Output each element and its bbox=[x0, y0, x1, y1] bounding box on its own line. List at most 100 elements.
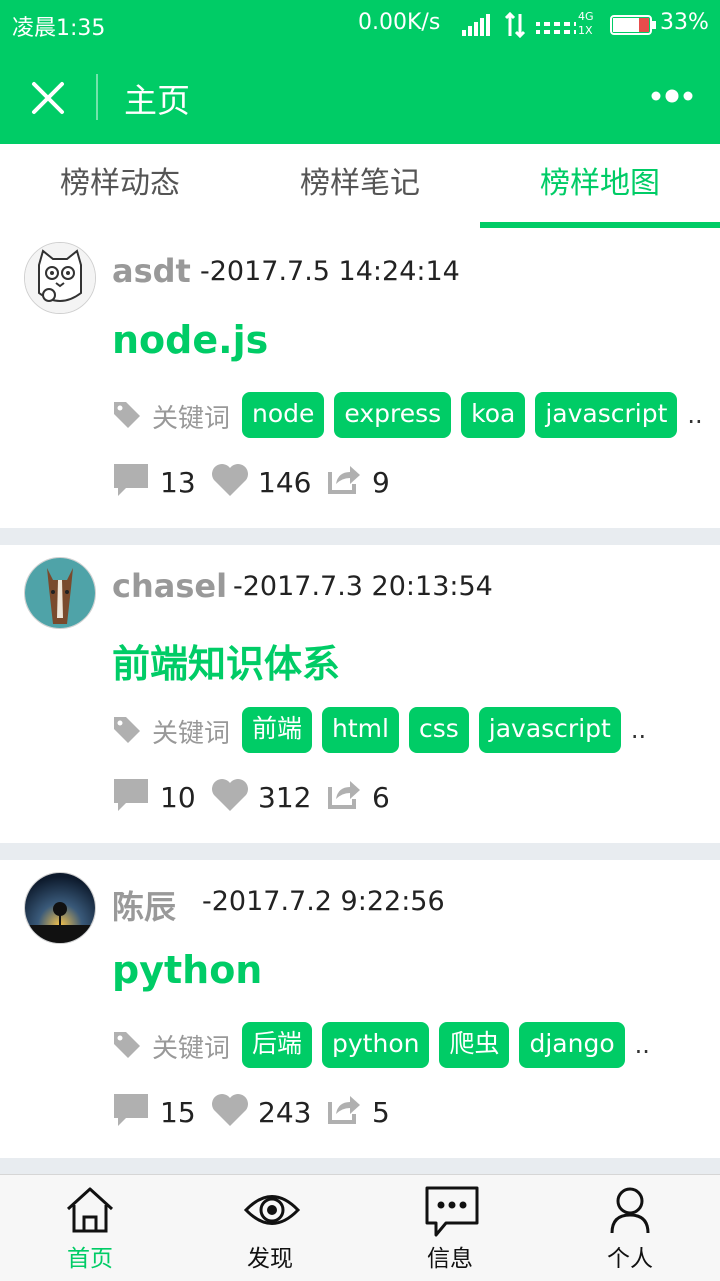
status-bar: 凌晨1:35 0.00K/s 4G 1X 33% bbox=[0, 0, 720, 50]
tag-icon bbox=[114, 402, 140, 428]
keyword-row: 关键词 后端 python 爬虫 django .. bbox=[112, 1022, 712, 1068]
title-bar: 主页 bbox=[0, 50, 720, 144]
post-datetime: -2017.7.2 9:22:56 bbox=[202, 886, 445, 917]
post-datetime: -2017.7.5 14:24:14 bbox=[200, 256, 460, 287]
tab-active-indicator bbox=[480, 222, 720, 228]
tag-chip[interactable]: django bbox=[519, 1022, 625, 1068]
horse-avatar-icon bbox=[25, 558, 95, 628]
tag-list: 后端 python 爬虫 django .. bbox=[242, 1022, 650, 1068]
sunset-tree-avatar-icon bbox=[25, 873, 95, 943]
heart-icon[interactable] bbox=[210, 777, 250, 813]
tag-chip[interactable]: python bbox=[322, 1022, 430, 1068]
tag-chip[interactable]: 后端 bbox=[242, 1022, 313, 1068]
like-count: 146 bbox=[258, 466, 312, 499]
cat-avatar-icon bbox=[25, 243, 95, 313]
tags-more[interactable]: .. bbox=[631, 716, 646, 744]
nav-profile[interactable]: 个人 bbox=[540, 1175, 720, 1281]
bottom-nav: 首页 发现 信息 个人 bbox=[0, 1174, 720, 1281]
card-separator bbox=[0, 528, 720, 545]
author-name[interactable]: chasel bbox=[112, 567, 227, 605]
heart-icon[interactable] bbox=[210, 462, 250, 498]
post-card[interactable]: chasel -2017.7.3 20:13:54 前端知识体系 关键词 前端 … bbox=[0, 545, 720, 843]
nav-label: 个人 bbox=[607, 1246, 653, 1272]
eye-icon bbox=[244, 1195, 300, 1225]
tag-chip[interactable]: javascript bbox=[478, 707, 621, 753]
tag-list: 前端 html css javascript .. bbox=[242, 707, 646, 753]
comment-icon[interactable] bbox=[112, 777, 150, 813]
post-card[interactable]: asdt -2017.7.5 14:24:14 node.js 关键词 node… bbox=[0, 230, 720, 528]
title-divider bbox=[96, 74, 98, 120]
tab-map[interactable]: 榜样地图 bbox=[480, 144, 720, 228]
post-title[interactable]: python bbox=[112, 948, 262, 992]
card-separator bbox=[0, 1158, 720, 1175]
share-count: 5 bbox=[372, 1096, 390, 1129]
heart-icon[interactable] bbox=[210, 1092, 250, 1128]
tag-icon bbox=[114, 1032, 140, 1058]
nav-label: 首页 bbox=[67, 1246, 113, 1272]
like-count: 312 bbox=[258, 781, 312, 814]
avatar[interactable] bbox=[24, 557, 96, 629]
page-title: 主页 bbox=[124, 81, 190, 120]
signal-icon bbox=[462, 14, 490, 36]
keyword-row: 关键词 前端 html css javascript .. bbox=[112, 707, 712, 753]
share-icon[interactable] bbox=[326, 1092, 362, 1126]
tab-bar: 榜样动态 榜样笔记 榜样地图 bbox=[0, 144, 720, 232]
comment-icon[interactable] bbox=[112, 462, 150, 498]
avatar[interactable] bbox=[24, 872, 96, 944]
share-icon[interactable] bbox=[326, 462, 362, 496]
comment-icon[interactable] bbox=[112, 1092, 150, 1128]
keyword-label: 关键词 bbox=[152, 1034, 231, 1064]
tab-notes[interactable]: 榜样笔记 bbox=[240, 144, 480, 228]
nav-discover[interactable]: 发现 bbox=[180, 1175, 360, 1281]
comment-count: 10 bbox=[160, 781, 196, 814]
message-icon bbox=[425, 1186, 479, 1237]
keyword-row: 关键词 node express koa javascript .. bbox=[112, 392, 712, 438]
share-count: 6 bbox=[372, 781, 390, 814]
nav-messages[interactable]: 信息 bbox=[360, 1175, 540, 1281]
nav-home[interactable]: 首页 bbox=[0, 1175, 180, 1281]
network-type: 4G 1X bbox=[578, 10, 594, 37]
tag-list: node express koa javascript .. bbox=[242, 392, 703, 438]
tag-chip[interactable]: 前端 bbox=[242, 707, 313, 753]
post-stats: 15 243 5 bbox=[112, 1092, 512, 1132]
avatar[interactable] bbox=[24, 242, 96, 314]
person-icon bbox=[610, 1187, 650, 1234]
post-card[interactable]: 陈辰 -2017.7.2 9:22:56 python 关键词 后端 pytho… bbox=[0, 860, 720, 1158]
tag-chip[interactable]: 爬虫 bbox=[439, 1022, 510, 1068]
keyword-label: 关键词 bbox=[152, 404, 231, 434]
tag-chip[interactable]: koa bbox=[461, 392, 526, 438]
card-separator bbox=[0, 843, 720, 860]
tab-dynamics[interactable]: 榜样动态 bbox=[0, 144, 240, 228]
status-time: 凌晨1:35 bbox=[12, 16, 106, 41]
author-name[interactable]: asdt bbox=[112, 252, 191, 290]
tag-chip[interactable]: css bbox=[408, 707, 469, 753]
nav-label: 信息 bbox=[427, 1246, 473, 1272]
tags-more[interactable]: .. bbox=[687, 401, 702, 429]
like-count: 243 bbox=[258, 1096, 312, 1129]
data-arrows-icon bbox=[504, 12, 526, 38]
close-icon[interactable] bbox=[22, 72, 74, 124]
post-stats: 10 312 6 bbox=[112, 777, 512, 817]
post-title[interactable]: 前端知识体系 bbox=[112, 633, 340, 688]
tag-chip[interactable]: javascript bbox=[535, 392, 678, 438]
post-title[interactable]: node.js bbox=[112, 318, 268, 362]
signal-2-icon bbox=[536, 14, 576, 36]
share-count: 9 bbox=[372, 466, 390, 499]
share-icon[interactable] bbox=[326, 777, 362, 811]
comment-count: 15 bbox=[160, 1096, 196, 1129]
tag-chip[interactable]: html bbox=[322, 707, 399, 753]
home-icon bbox=[66, 1187, 114, 1233]
tag-icon bbox=[114, 717, 140, 743]
comment-count: 13 bbox=[160, 466, 196, 499]
nav-label: 发现 bbox=[247, 1246, 293, 1272]
network-speed: 0.00K/s bbox=[358, 10, 441, 35]
tags-more[interactable]: .. bbox=[635, 1031, 650, 1059]
author-name[interactable]: 陈辰 bbox=[112, 882, 176, 928]
battery-icon bbox=[610, 15, 656, 35]
keyword-label: 关键词 bbox=[152, 719, 231, 749]
battery-percent: 33% bbox=[660, 10, 709, 35]
post-stats: 13 146 9 bbox=[112, 462, 512, 502]
more-dots-icon[interactable] bbox=[646, 78, 698, 114]
tag-chip[interactable]: express bbox=[334, 392, 452, 438]
tag-chip[interactable]: node bbox=[242, 392, 325, 438]
